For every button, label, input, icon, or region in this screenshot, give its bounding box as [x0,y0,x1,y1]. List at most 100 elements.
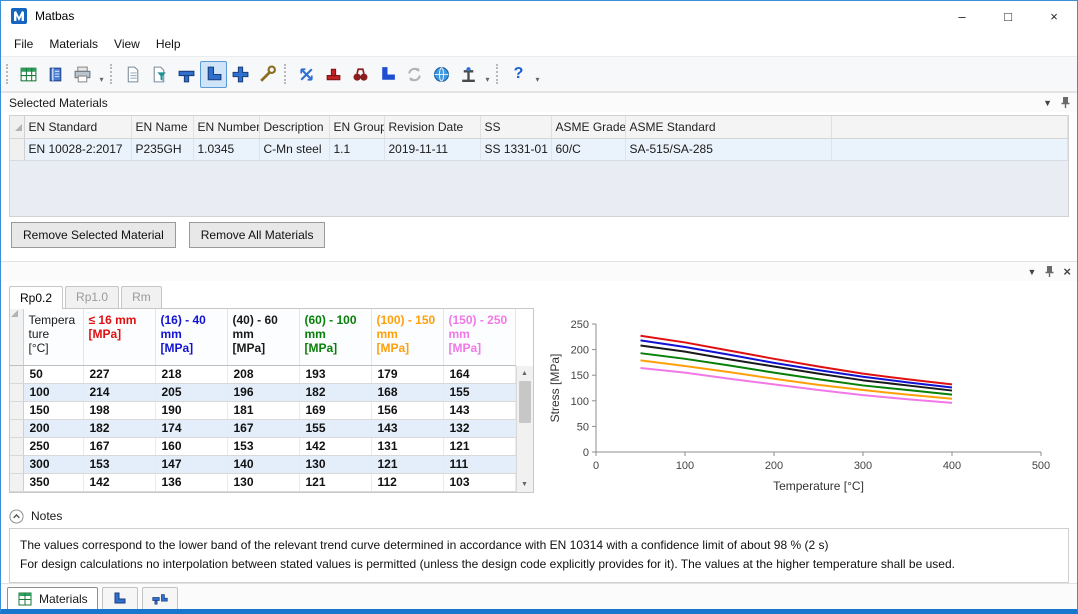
grid-col-40-60-mm[interactable]: (40) - 60 mm[MPa] [227,309,299,365]
row-selector[interactable] [10,383,23,401]
wrench-icon[interactable] [254,61,281,88]
arrows-cross-icon[interactable] [293,61,320,88]
bottom-tab-fitting[interactable] [102,587,138,611]
globe-icon[interactable] [428,61,455,88]
fitting-elbow-icon[interactable] [200,61,227,88]
select-all-corner[interactable] [10,116,24,138]
grid-cell[interactable]: 142 [83,473,155,491]
grid-cell[interactable]: 50 [23,365,83,383]
mat-col-asme-standard[interactable]: ASME Standard [625,116,831,138]
pipe-elbow-icon[interactable] [374,61,401,88]
grid-cell[interactable]: 150 [23,401,83,419]
row-selector[interactable] [10,437,23,455]
grid-scrollbar[interactable]: ▲ ▼ [516,366,533,492]
material-cell[interactable]: 1.1 [329,138,384,160]
grid-cell[interactable]: 200 [23,419,83,437]
pipe-support-icon[interactable] [455,61,482,88]
grid-cell[interactable]: 164 [443,365,515,383]
grid-cell[interactable]: 143 [371,419,443,437]
row-selector[interactable] [10,455,23,473]
maximize-button[interactable]: □ [985,1,1031,31]
grid-row[interactable]: 300153147140130121111 [10,455,515,473]
panel-options-icon[interactable]: ▼ [1043,98,1052,108]
grid-cell[interactable]: 205 [155,383,227,401]
panel-close-icon[interactable]: × [1063,265,1071,278]
row-selector[interactable] [10,401,23,419]
report-book-icon[interactable] [42,61,69,88]
mat-col-asme-grade[interactable]: ASME Grade [551,116,625,138]
toolbar-overflow-icon[interactable]: ▾ [532,75,543,89]
grid-cell[interactable]: 121 [443,437,515,455]
mat-col-en-group[interactable]: EN Group [329,116,384,138]
material-cell[interactable]: 2019-11-11 [384,138,480,160]
grid-cell[interactable]: 214 [83,383,155,401]
material-cell[interactable]: P235GH [131,138,193,160]
menu-view[interactable]: View [106,33,148,55]
grid-cell[interactable]: 140 [227,455,299,473]
page-filter-icon[interactable] [146,61,173,88]
grid-col-16-40-mm[interactable]: (16) - 40 mm[MPa] [155,309,227,365]
collapse-notes-icon[interactable] [9,509,24,524]
grid-cell[interactable]: 112 [371,473,443,491]
grid-cell[interactable]: 218 [155,365,227,383]
tab-rp1-0[interactable]: Rp1.0 [65,286,119,308]
mat-col-en-number[interactable]: EN Number [193,116,259,138]
grid-cell[interactable]: 174 [155,419,227,437]
scroll-track[interactable] [517,381,533,477]
grid-row[interactable]: 350142136130121112103 [10,473,515,491]
tab-rp0-2[interactable]: Rp0.2 [9,286,63,309]
menu-help[interactable]: Help [148,33,189,55]
grid-cell[interactable]: 182 [83,419,155,437]
bottom-tab-materials[interactable]: Materials [7,587,98,611]
row-selector[interactable] [10,473,23,491]
minimize-button[interactable]: – [939,1,985,31]
grid-row[interactable]: 150198190181169156143 [10,401,515,419]
grid-corner[interactable] [10,309,23,365]
grid-row[interactable]: 50227218208193179164 [10,365,515,383]
grid-cell[interactable]: 111 [443,455,515,473]
grid-cell[interactable]: 130 [299,455,371,473]
grid-cell[interactable]: 155 [443,383,515,401]
grid-cell[interactable]: 179 [371,365,443,383]
tab-rm[interactable]: Rm [121,286,162,308]
grid-cell[interactable]: 130 [227,473,299,491]
help-icon[interactable]: ? [505,61,532,88]
toolbar-grip[interactable] [110,64,114,84]
panel-options-icon[interactable]: ▼ [1027,267,1036,277]
grid-cell[interactable]: 147 [155,455,227,473]
grid-cell[interactable]: 143 [443,401,515,419]
grid-cell[interactable]: 167 [83,437,155,455]
material-cell[interactable]: 60/C [551,138,625,160]
export-table-icon[interactable] [15,61,42,88]
grid-cell[interactable]: 350 [23,473,83,491]
material-cell[interactable]: 1.0345 [193,138,259,160]
grid-cell[interactable]: 121 [299,473,371,491]
grid-cell[interactable]: 196 [227,383,299,401]
scroll-down-icon[interactable]: ▼ [517,477,533,492]
grid-cell[interactable]: 193 [299,365,371,383]
remove-selected-material-button[interactable]: Remove Selected Material [11,222,176,248]
grid-cell[interactable]: 198 [83,401,155,419]
toolbar-overflow-icon[interactable]: ▾ [482,75,493,89]
material-cell[interactable]: SA-515/SA-285 [625,138,831,160]
grid-row[interactable]: 200182174167155143132 [10,419,515,437]
grid-cell[interactable]: 100 [23,383,83,401]
print-icon[interactable] [69,61,96,88]
grid-cell[interactable]: 131 [371,437,443,455]
grid-cell[interactable]: 208 [227,365,299,383]
row-selector[interactable] [10,138,24,160]
pin-icon[interactable] [1060,96,1071,109]
material-cell[interactable]: EN 10028-2:2017 [24,138,131,160]
grid-row[interactable]: 250167160153142131121 [10,437,515,455]
grid-cell[interactable]: 227 [83,365,155,383]
mat-col-en-standard[interactable]: EN Standard [24,116,131,138]
grid-cell[interactable]: 169 [299,401,371,419]
grid-col-temperature[interactable]: Temperature[°C] [23,309,83,365]
row-selector[interactable] [10,365,23,383]
material-row[interactable]: EN 10028-2:2017P235GH1.0345C-Mn steel1.1… [10,138,1068,160]
grid-col-60-100-mm[interactable]: (60) - 100 mm[MPa] [299,309,371,365]
menu-materials[interactable]: Materials [41,33,106,55]
grid-cell[interactable]: 167 [227,419,299,437]
row-selector[interactable] [10,419,23,437]
grid-col-100-150-mm[interactable]: (100) - 150 mm[MPa] [371,309,443,365]
